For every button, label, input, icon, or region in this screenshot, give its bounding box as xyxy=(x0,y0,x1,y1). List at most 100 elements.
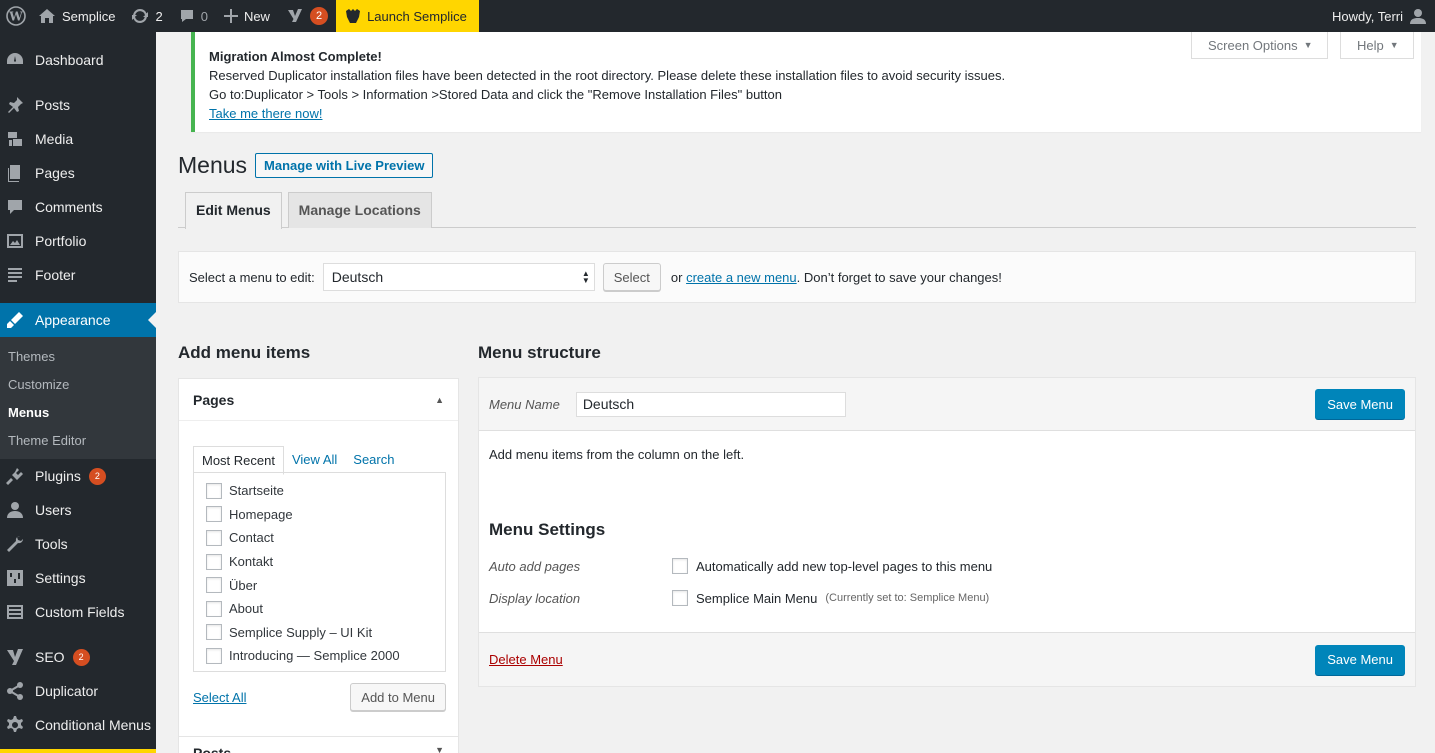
live-preview-button[interactable]: Manage with Live Preview xyxy=(255,153,434,178)
pin-icon xyxy=(5,95,25,115)
sidebar-item-users[interactable]: Users xyxy=(0,493,156,527)
page-label: Über xyxy=(229,577,258,593)
save-menu-button-bottom[interactable]: Save Menu xyxy=(1315,644,1405,675)
display-location-label: Display location xyxy=(489,590,581,606)
menu-name-input[interactable]: Deutsch xyxy=(575,391,846,417)
sidebar-item-pages[interactable]: Pages xyxy=(0,156,156,190)
screen-options-button[interactable]: Screen Options ▼ xyxy=(1191,32,1328,59)
sidebar-item-plugins[interactable]: Plugins 2 xyxy=(0,459,156,493)
page-checkbox[interactable] xyxy=(206,482,222,499)
submenu-customize[interactable]: Customize xyxy=(0,371,156,399)
submenu-themes[interactable]: Themes xyxy=(0,343,156,371)
page-checkbox[interactable] xyxy=(206,577,222,594)
sidebar-item-posts[interactable]: Posts xyxy=(0,88,156,122)
list-item: Contact xyxy=(206,526,445,550)
delete-menu-link[interactable]: Delete Menu xyxy=(489,652,563,667)
portfolio-icon xyxy=(5,231,25,251)
main-menu-location-checkbox[interactable] xyxy=(672,590,688,606)
auto-add-checkbox[interactable] xyxy=(672,558,688,574)
updates-link[interactable]: 2 xyxy=(123,0,170,32)
add-items-title: Add menu items xyxy=(178,343,311,362)
tab-manage-locations[interactable]: Manage Locations xyxy=(287,192,432,228)
nav-tabs: Edit Menus Manage Locations xyxy=(178,192,1416,229)
sidebar-item-tools[interactable]: Tools xyxy=(0,527,156,561)
select-label: Select a menu to edit: xyxy=(189,269,315,285)
sidebar-item-duplicator[interactable]: Duplicator xyxy=(0,674,156,708)
pages-checklist: Startseite Homepage Contact Kontakt Über… xyxy=(193,472,446,672)
subtab-view-all[interactable]: View All xyxy=(284,446,345,475)
structure-title: Menu structure xyxy=(478,343,601,362)
site-name-link[interactable]: Semplice xyxy=(30,0,123,32)
auto-add-label: Auto add pages xyxy=(489,558,581,574)
select-all-link[interactable]: Select All xyxy=(193,690,246,705)
comment-icon xyxy=(180,10,193,22)
site-name: Semplice xyxy=(62,8,116,24)
help-button[interactable]: Help ▼ xyxy=(1340,32,1414,59)
select-button[interactable]: Select xyxy=(602,263,661,291)
pages-panel-header[interactable]: Pages ▲ xyxy=(179,379,458,421)
list-item: Startseite xyxy=(206,479,445,503)
page-checkbox[interactable] xyxy=(206,647,222,664)
comments-icon xyxy=(5,197,25,217)
auto-add-text: Automatically add new top-level pages to… xyxy=(696,558,993,574)
sidebar-item-comments[interactable]: Comments xyxy=(0,190,156,224)
screen-options-label: Screen Options xyxy=(1208,37,1298,53)
sidebar-item-media[interactable]: Media xyxy=(0,122,156,156)
notice-link[interactable]: Take me there now! xyxy=(209,106,322,121)
menu-select-dropdown[interactable]: Deutsch ▲ ▼ xyxy=(322,263,595,291)
page-checkbox[interactable] xyxy=(206,529,222,546)
menu-structure-panel: Menu Name Deutsch Save Menu Add menu ite… xyxy=(478,377,1416,687)
sidebar-item-dashboard[interactable]: Dashboard xyxy=(0,43,156,77)
wordpress-logo-icon[interactable]: W xyxy=(0,0,30,32)
main-content: Migration Almost Complete! Reserved Dupl… xyxy=(156,32,1435,753)
page-label: About xyxy=(229,601,263,617)
sidebar-item-conditional-menus[interactable]: Conditional Menus xyxy=(0,708,156,742)
sidebar-item-label: Posts xyxy=(35,97,71,113)
sidebar-item-settings[interactable]: Settings xyxy=(0,561,156,595)
new-content-link[interactable]: New xyxy=(216,0,278,32)
seo-badge: 2 xyxy=(72,648,90,666)
page-checkbox[interactable] xyxy=(206,624,222,641)
account-menu[interactable]: Howdy, Terri xyxy=(1324,0,1435,32)
sidebar-item-appearance[interactable]: Appearance xyxy=(0,303,156,337)
sidebar-item-seo[interactable]: SEO 2 xyxy=(0,640,156,674)
posts-panel-header[interactable]: Posts ▼ xyxy=(178,736,459,753)
save-menu-button-top[interactable]: Save Menu xyxy=(1315,389,1405,419)
page-header: Menus Manage with Live Preview xyxy=(178,152,434,179)
create-menu-link[interactable]: create a new menu xyxy=(686,270,797,285)
add-to-menu-button[interactable]: Add to Menu xyxy=(350,683,446,711)
submenu-menus[interactable]: Menus xyxy=(0,399,156,427)
users-icon xyxy=(5,500,25,520)
launch-label: Launch Semplice xyxy=(367,8,467,24)
page-label: Kontakt xyxy=(229,554,274,570)
launch-semplice-button[interactable]: Launch Semplice xyxy=(336,0,479,32)
sidebar-item-label: Media xyxy=(35,131,74,147)
yoast-link[interactable]: 2 xyxy=(278,0,336,32)
subtab-most-recent[interactable]: Most Recent xyxy=(193,446,284,475)
menu-select-value: Deutsch xyxy=(331,269,384,285)
updates-icon xyxy=(132,9,149,23)
list-item: About xyxy=(206,597,445,621)
help-label: Help xyxy=(1357,37,1384,53)
sidebar-item-label: Conditional Menus xyxy=(35,717,151,733)
comments-link[interactable]: 0 xyxy=(171,0,216,32)
subtab-search[interactable]: Search xyxy=(345,446,402,475)
list-item: Introducing — Semplice 2000 xyxy=(206,644,445,668)
page-checkbox[interactable] xyxy=(206,553,222,570)
sidebar-item-footer[interactable]: Footer xyxy=(0,258,156,292)
page-label: Introducing — Semplice 2000 xyxy=(229,648,400,664)
sidebar-item-custom-fields[interactable]: Custom Fields xyxy=(0,595,156,629)
sidebar-item-portfolio[interactable]: Portfolio xyxy=(0,224,156,258)
page-checkbox[interactable] xyxy=(206,506,222,523)
pages-panel-title: Pages xyxy=(193,391,235,408)
page-checkbox[interactable] xyxy=(206,600,222,617)
tab-edit-menus[interactable]: Edit Menus xyxy=(185,192,282,229)
submenu-theme-editor[interactable]: Theme Editor xyxy=(0,427,156,455)
yoast-icon xyxy=(287,9,302,22)
gear-icon xyxy=(5,715,25,735)
sidebar-item-label: Footer xyxy=(35,267,76,283)
list-item: Homepage xyxy=(206,503,445,527)
menu-structure-footer: Delete Menu Save Menu xyxy=(479,632,1415,686)
caret-down-icon: ▼ xyxy=(1389,40,1399,50)
menu-select-bar: Select a menu to edit: Deutsch ▲ ▼ Select… xyxy=(178,251,1416,303)
